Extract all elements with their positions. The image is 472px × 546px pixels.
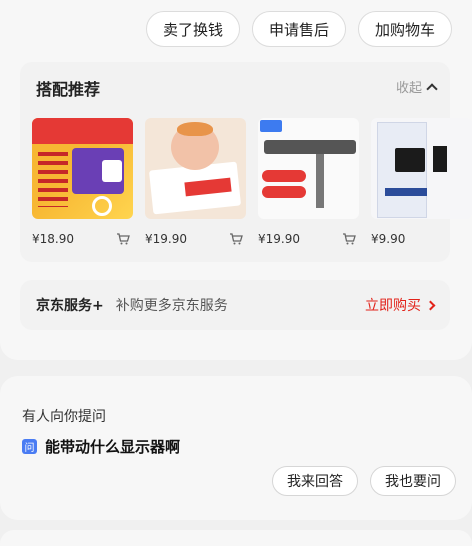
collapse-label: 收起 [395,81,422,96]
product-price: ¥9.90 [371,232,406,246]
qa-title: 有人向你提问 [22,409,106,425]
product-image-stand[interactable] [258,118,359,219]
sell-button[interactable]: 卖了换钱 [145,11,240,47]
buy-now-link[interactable]: 立即购买 [365,295,436,315]
after-sale-button[interactable]: 申请售后 [251,11,346,47]
top-actions: 卖了换钱 申请售后 加购物车 [145,11,452,47]
cart-icon[interactable] [116,233,130,245]
chevron-right-icon [425,300,436,310]
cart-icon[interactable] [342,233,356,245]
product-price: ¥19.90 [258,232,300,246]
add-cart-button[interactable]: 加购物车 [357,11,452,47]
product-image-ad-card[interactable] [145,118,246,219]
cart-icon[interactable] [229,233,243,245]
product-price: ¥19.90 [145,232,187,246]
question-icon: 问 [22,439,37,454]
product-card[interactable]: ¥18.90 [32,118,133,246]
product-card[interactable]: ¥19.90 [258,118,359,246]
chevron-up-icon [426,82,438,95]
product-price: ¥18.90 [32,232,74,246]
qa-actions: 我来回答 我也要问 [272,466,456,496]
jd-service-title: 京东服务+ [36,298,104,314]
question-text: 能带动什么显示器啊 [45,438,181,456]
collapse-toggle[interactable]: 收起 [395,77,438,96]
product-card[interactable]: ¥9.90 [371,118,472,246]
recommend-title: 搭配推荐 [36,80,101,99]
jd-service-row[interactable]: 京东服务+ 补购更多京东服务 立即购买 [20,280,450,330]
qa-question[interactable]: 问 能带动什么显示器啊 [22,436,180,457]
product-card-top: 卖了换钱 申请售后 加购物车 搭配推荐 收起 ¥18.90 ¥19.90 ¥19… [0,0,472,360]
product-list: ¥18.90 ¥19.90 ¥19.90 ¥9.90 [32,118,472,246]
next-card-edge [0,530,472,546]
product-card[interactable]: ¥19.90 [145,118,246,246]
product-image-memory-card[interactable] [32,118,133,219]
answer-button[interactable]: 我来回答 [272,466,358,496]
product-image-adapter[interactable] [371,118,472,219]
recommend-section: 搭配推荐 收起 ¥18.90 ¥19.90 ¥19.90 ¥9.90 [20,62,472,262]
ask-button[interactable]: 我也要问 [370,466,456,496]
qa-card: 有人向你提问 问 能带动什么显示器啊 我来回答 我也要问 [0,376,472,520]
jd-service-desc: 补购更多京东服务 [115,298,228,314]
buy-now-label: 立即购买 [365,298,421,314]
